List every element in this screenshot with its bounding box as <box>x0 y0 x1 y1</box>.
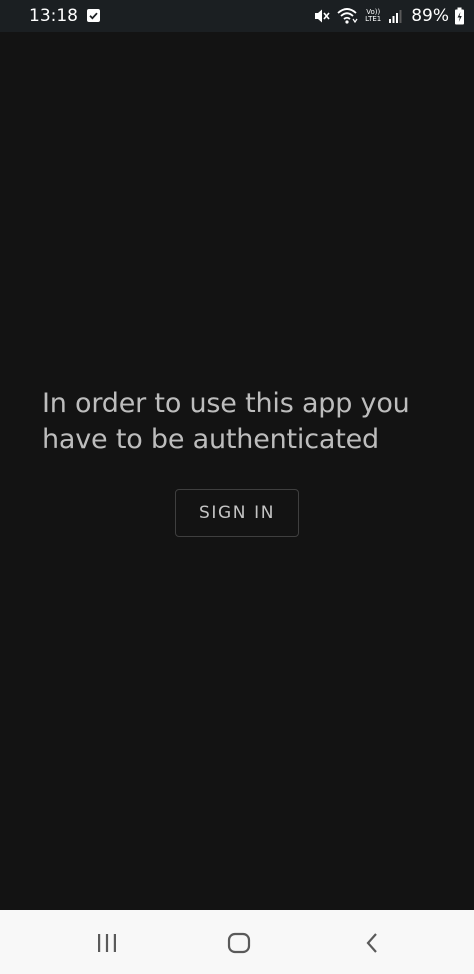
recents-icon <box>98 934 116 952</box>
status-icons: Vo)) LTE1 89% <box>313 5 465 27</box>
lte-label: LTE1 <box>365 15 382 23</box>
wifi-icon <box>337 8 358 24</box>
status-time: 13:18 <box>29 6 78 26</box>
sign-in-button[interactable]: SIGN IN <box>175 489 299 537</box>
status-bar: 13:18 Vo)) LTE1 89% <box>0 0 474 32</box>
auth-message-container: In order to use this app you have to be … <box>42 386 442 458</box>
home-button[interactable] <box>224 928 254 958</box>
signal-icon <box>389 10 402 23</box>
volte-lte-indicator: Vo)) LTE1 <box>363 9 383 23</box>
checkbox-notification-icon <box>87 9 100 22</box>
battery-charging-icon <box>455 7 464 25</box>
battery-percent: 89% <box>411 6 449 26</box>
back-button[interactable] <box>357 928 387 958</box>
mute-icon <box>315 9 330 23</box>
navigation-bar <box>0 910 474 974</box>
recents-button[interactable] <box>92 928 122 958</box>
home-icon <box>227 932 251 954</box>
auth-message: In order to use this app you have to be … <box>42 388 410 455</box>
back-icon <box>366 933 377 953</box>
